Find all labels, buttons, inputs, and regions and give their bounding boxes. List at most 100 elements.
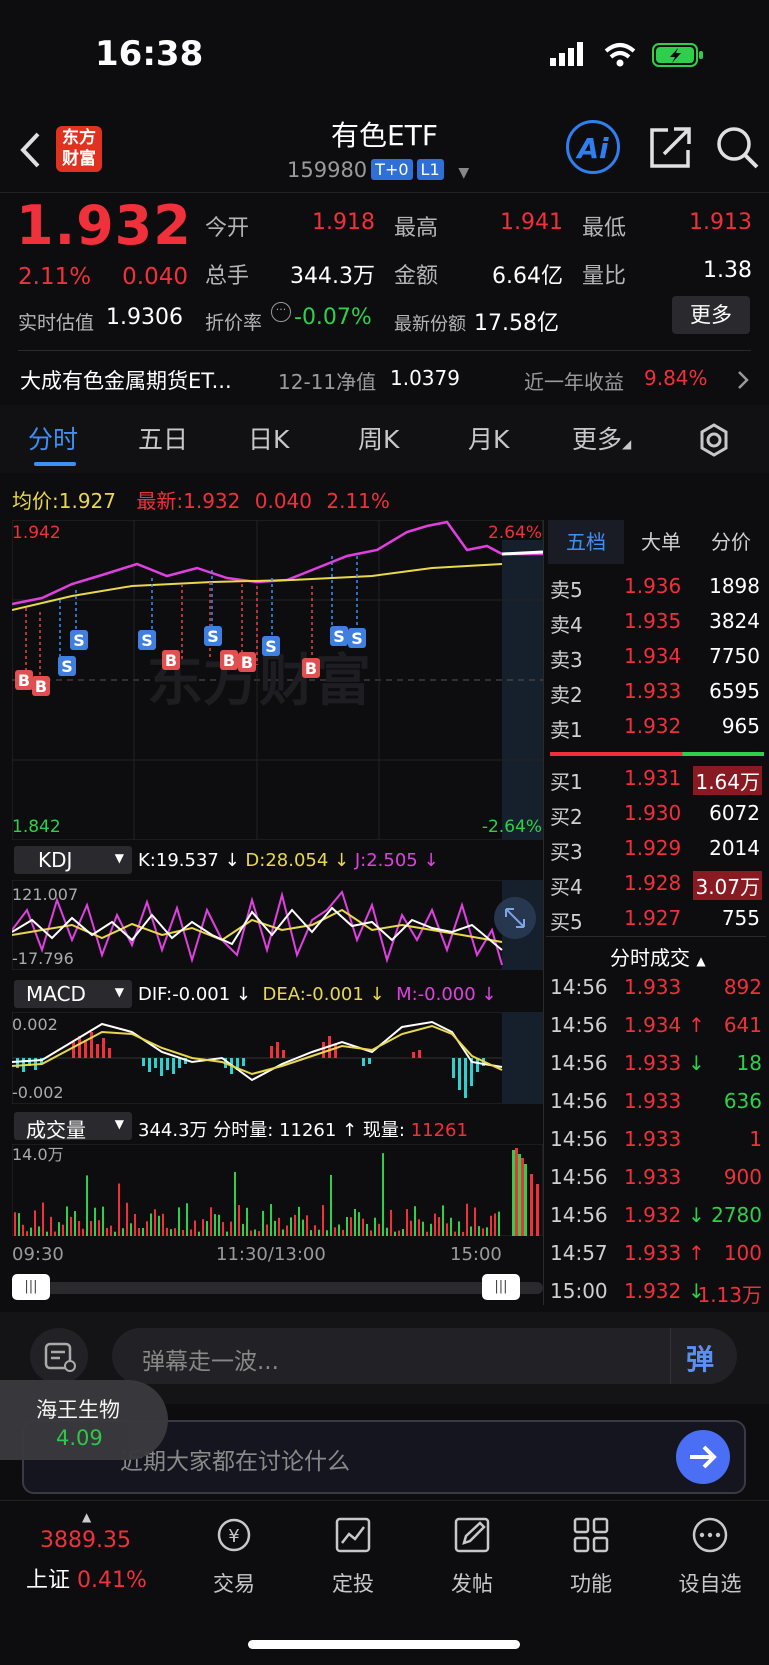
- ask-row[interactable]: 卖1 1.932 965: [550, 714, 764, 749]
- level-price: 1.934: [624, 644, 682, 668]
- trade-volume: 900: [723, 1165, 762, 1189]
- volume-top: 14.0万: [12, 1145, 64, 1164]
- bid-row[interactable]: 买4 1.928 3.07万: [550, 871, 764, 906]
- shares-label: 最新份额: [394, 314, 466, 335]
- ai-send-button[interactable]: [676, 1430, 730, 1484]
- sell-marker: S: [141, 631, 153, 650]
- more-circle-icon: [692, 1517, 728, 1553]
- time-start: 09:30: [12, 1244, 64, 1265]
- volume-selector[interactable]: 成交量 ▼: [14, 1112, 132, 1142]
- return-value: 9.84%: [644, 366, 708, 390]
- range-handle-right[interactable]: |||: [482, 1274, 520, 1300]
- more-button[interactable]: 更多: [672, 296, 750, 334]
- l1-tag: L1: [416, 159, 444, 180]
- tab-big-order[interactable]: 大单: [626, 520, 696, 564]
- nav-trade[interactable]: ¥ 交易: [184, 1515, 284, 1598]
- tab-daily-k[interactable]: 日K: [248, 420, 289, 456]
- tab-price-dist[interactable]: 分价: [696, 520, 766, 564]
- discount-value: -0.07%: [294, 305, 372, 330]
- level-label: 买2: [550, 805, 583, 829]
- change-percent: 2.11%: [18, 264, 92, 290]
- macd-selector[interactable]: MACD ▼: [14, 980, 132, 1008]
- level-label: 卖1: [550, 718, 583, 742]
- low-label: 最低: [582, 216, 627, 241]
- expand-icon: [505, 908, 525, 928]
- info-icon[interactable]: ···: [271, 302, 291, 322]
- gear-icon[interactable]: [696, 422, 732, 458]
- trade-time: 14:57: [550, 1241, 608, 1265]
- level-label: 买4: [550, 875, 583, 899]
- change-amount: 0.040: [122, 264, 188, 290]
- level-price: 1.936: [624, 574, 682, 598]
- kdj-selector[interactable]: KDJ ▼: [14, 846, 132, 874]
- range-slider-track[interactable]: [12, 1282, 543, 1294]
- kdj-legend: K:19.537 ↓ D:28.054 ↓ J:2.505 ↓: [138, 850, 439, 871]
- volume-label: 总手: [205, 264, 250, 289]
- floating-stock-card[interactable]: 海王生物 4.09: [0, 1380, 168, 1460]
- tab-underline: [34, 462, 76, 466]
- trade-row: 14:56 1.933 900: [550, 1165, 764, 1203]
- trades-title[interactable]: 分时成交 ▲: [610, 942, 706, 971]
- tab-intraday[interactable]: 分时: [28, 420, 78, 456]
- sell-marker: S: [265, 637, 277, 656]
- range-handle-left[interactable]: |||: [12, 1274, 50, 1300]
- kdj-top: 121.007: [12, 885, 78, 904]
- sell-marker: S: [73, 631, 85, 650]
- time-mid: 11:30/13:00: [216, 1244, 326, 1265]
- share-icon[interactable]: [648, 124, 692, 170]
- ask-row[interactable]: 卖3 1.934 7750: [550, 644, 764, 679]
- tab-more[interactable]: 更多◢: [572, 420, 631, 456]
- discount-label: 折价率: [205, 312, 263, 334]
- ask-row[interactable]: 卖4 1.935 3824: [550, 609, 764, 644]
- bid-row[interactable]: 买1 1.931 1.64万: [550, 766, 764, 801]
- trade-volume: 1.13万: [697, 1283, 762, 1307]
- ask-row[interactable]: 卖2 1.933 6595: [550, 679, 764, 714]
- ratio-value: 1.38: [703, 258, 752, 283]
- trade-row: 14:56 1.933 636: [550, 1089, 764, 1127]
- tab-weekly-k[interactable]: 周K: [358, 420, 399, 456]
- expand-button[interactable]: [494, 897, 536, 939]
- bid-row[interactable]: 买3 1.929 2014: [550, 836, 764, 871]
- tab-five-day[interactable]: 五日: [138, 420, 188, 456]
- kdj-chart[interactable]: 121.007 -17.796: [12, 880, 543, 970]
- ask-row[interactable]: 卖5 1.936 1898: [550, 574, 764, 609]
- level-volume: 2014: [709, 836, 760, 860]
- trade-row: 14:56 1.933 ↓ 18: [550, 1051, 764, 1089]
- buy-marker: B: [35, 677, 47, 696]
- chart-icon: [335, 1517, 371, 1553]
- current-price: 1.932: [16, 194, 192, 257]
- sell-marker: S: [61, 657, 73, 676]
- bid-row[interactable]: 买2 1.930 6072: [550, 801, 764, 836]
- trade-arrow: ↓: [688, 1203, 705, 1227]
- nav-function[interactable]: 功能: [541, 1515, 641, 1598]
- status-time: 16:38: [95, 34, 204, 74]
- nav-dingtou[interactable]: 定投: [303, 1515, 403, 1598]
- trade-time: 15:00: [550, 1279, 608, 1303]
- nav-post[interactable]: 发帖: [422, 1515, 522, 1598]
- floating-stock-price: 4.09: [56, 1426, 103, 1450]
- floating-stock-name: 海王生物: [36, 1398, 120, 1422]
- trade-price: 1.933: [624, 1051, 682, 1075]
- index-value[interactable]: 3889.35: [40, 1528, 131, 1553]
- nav-add-watchlist[interactable]: 设自选: [660, 1515, 760, 1598]
- ai-button[interactable]: Ai: [566, 120, 620, 174]
- fund-info-row[interactable]: 大成有色金属期货ET... 12-11净值 1.0379 近一年收益 9.84%: [0, 357, 769, 405]
- battery-icon: [652, 43, 703, 67]
- trade-time: 14:56: [550, 1013, 608, 1037]
- trade-arrow: ↑: [688, 1241, 705, 1265]
- intraday-chart[interactable]: 东方财富 B B B B B B S S S S S S S 1.942 2.6…: [12, 520, 543, 840]
- index-label[interactable]: 上证 0.41%: [26, 1562, 147, 1594]
- level-price: 1.933: [624, 679, 682, 703]
- tab-five-level[interactable]: 五档: [548, 520, 624, 564]
- comment-settings-button[interactable]: [30, 1328, 88, 1384]
- macd-chart[interactable]: 0.002 -0.002: [12, 1012, 543, 1104]
- signal-icon: [550, 42, 583, 66]
- danmu-input[interactable]: 弹幕走一波... 弹: [112, 1328, 737, 1384]
- level-price: 1.935: [624, 609, 682, 633]
- fund-name: 大成有色金属期货ET...: [20, 369, 232, 393]
- high-value: 1.941: [500, 210, 563, 235]
- chart-top-price: 1.942: [12, 523, 61, 543]
- volume-chart[interactable]: 14.0万: [12, 1144, 543, 1236]
- search-icon[interactable]: [714, 124, 760, 170]
- tab-monthly-k[interactable]: 月K: [468, 420, 509, 456]
